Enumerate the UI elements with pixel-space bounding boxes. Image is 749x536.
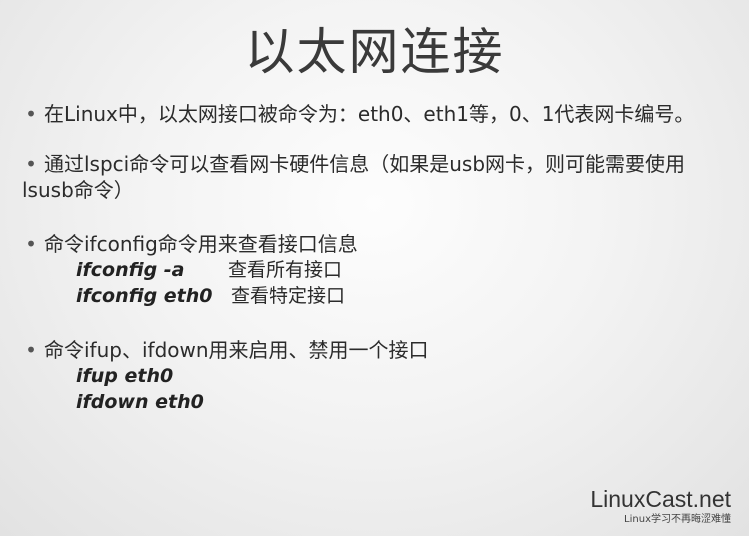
command-text: ifup eth0 bbox=[76, 365, 174, 387]
command-text: ifconfig -a bbox=[76, 259, 185, 281]
bullet-text-continued: lsusb命令） bbox=[22, 178, 134, 202]
bullet-ifconfig: • 命令ifconfig命令用来查看接口信息 ifconfig -a 查看所有接口… bbox=[22, 231, 737, 309]
bullet-list: • 在Linux中，以太网接口被命令为：eth0、eth1等，0、1代表网卡编号… bbox=[22, 101, 737, 415]
bullet-text: 在Linux中，以太网接口被命令为：eth0、eth1等，0、1代表网卡编号。 bbox=[44, 102, 695, 126]
command-text: ifconfig eth0 bbox=[76, 285, 213, 307]
bullet-dot: • bbox=[25, 338, 37, 362]
bullet-lspci: • 通过lspci命令可以查看网卡硬件信息（如果是usb网卡，则可能需要使用 l… bbox=[22, 151, 737, 203]
bullet-dot: • bbox=[25, 152, 37, 176]
command-example: ifup eth0 bbox=[44, 363, 737, 389]
bullet-dot: • bbox=[25, 102, 37, 126]
command-description: 查看所有接口 bbox=[228, 259, 343, 281]
bullet-dot: • bbox=[25, 232, 37, 256]
bullet-ifup-ifdown: • 命令ifup、ifdown用来启用、禁用一个接口 ifup eth0 ifd… bbox=[22, 337, 737, 415]
bullet-interface-naming: • 在Linux中，以太网接口被命令为：eth0、eth1等，0、1代表网卡编号… bbox=[22, 101, 737, 127]
bullet-text: 命令ifup、ifdown用来启用、禁用一个接口 bbox=[44, 338, 429, 362]
command-text: ifdown eth0 bbox=[76, 391, 204, 413]
bullet-text: 命令ifconfig命令用来查看接口信息 bbox=[44, 232, 358, 256]
slide-title: 以太网连接 bbox=[244, 23, 505, 81]
command-description: 查看特定接口 bbox=[231, 285, 346, 307]
linuxcast-logo: LinuxCast.net Linux学习不再晦涩难懂 bbox=[590, 486, 731, 526]
logo-text: LinuxCast.net bbox=[590, 486, 731, 512]
slide: 以太网连接 • 在Linux中，以太网接口被命令为：eth0、eth1等，0、1… bbox=[0, 0, 749, 536]
command-example: ifconfig eth0 查看特定接口 bbox=[44, 283, 737, 309]
bullet-text: 通过lspci命令可以查看网卡硬件信息（如果是usb网卡，则可能需要使用 bbox=[44, 152, 686, 176]
command-example: ifconfig -a 查看所有接口 bbox=[44, 257, 737, 283]
logo-tagline: Linux学习不再晦涩难懂 bbox=[624, 514, 731, 525]
command-example: ifdown eth0 bbox=[44, 389, 737, 415]
